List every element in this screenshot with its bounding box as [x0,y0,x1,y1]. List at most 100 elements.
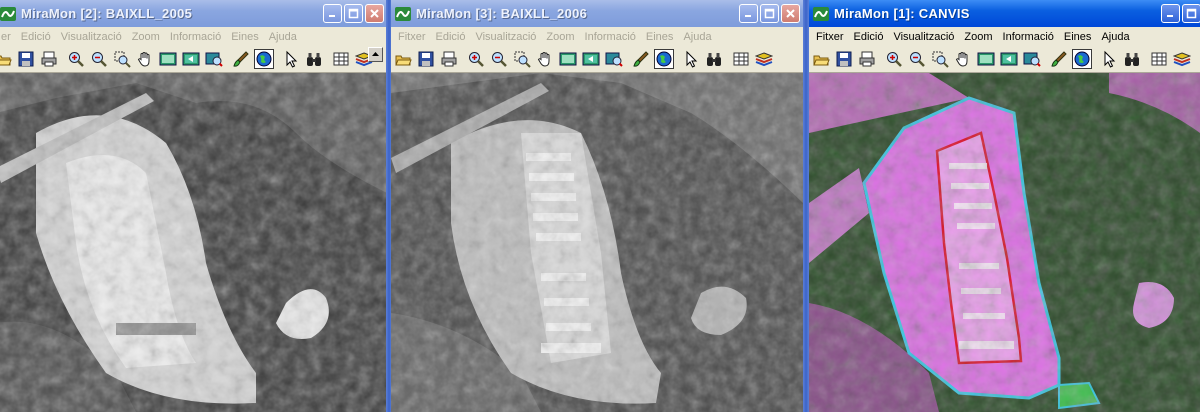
menu-eines[interactable]: Eines [1059,31,1097,43]
aerial-image-2006 [391,73,803,412]
scroll-up-button[interactable] [368,47,383,62]
menu-informacio[interactable]: Informació [165,31,226,43]
print-tool-button[interactable] [857,49,877,69]
zoom-window-tool-button[interactable] [512,49,532,69]
full-view-tool-button[interactable] [976,49,996,69]
minimize-button[interactable] [739,4,758,23]
globe-tool-button[interactable] [654,49,674,69]
menu-ajuda[interactable]: Ajuda [264,31,302,43]
globe-icon [1074,51,1090,67]
save-tool-button[interactable] [834,49,854,69]
menu-edicio[interactable]: Edició [849,31,889,43]
menu-ajuda[interactable]: Ajuda [678,31,716,43]
previous-view-icon [1000,52,1018,66]
globe-tool-button[interactable] [254,49,274,69]
paint-brush-tool-button[interactable] [231,49,251,69]
menu-zoom[interactable]: Zoom [127,31,165,43]
window-baixll-2005[interactable]: MiraMon [2]: BAIXLL_2005 er Edició Visua… [0,0,387,412]
menu-visualitzacio[interactable]: Visualització [888,31,959,43]
zoom-out-tool-button[interactable] [489,49,509,69]
menu-zoom[interactable]: Zoom [541,31,579,43]
zoom-in-tool-button[interactable] [466,49,486,69]
minimize-button[interactable] [1161,4,1180,23]
menu-zoom[interactable]: Zoom [959,31,997,43]
maximize-button[interactable] [760,4,779,23]
paint-brush-tool-button[interactable] [631,49,651,69]
pointer-icon [1104,50,1116,68]
paint-brush-icon [633,51,649,67]
pan-hand-tool-button[interactable] [535,49,555,69]
previous-view-tool-button[interactable] [181,49,201,69]
previous-view-tool-button[interactable] [999,49,1019,69]
paint-brush-tool-button[interactable] [1049,49,1069,69]
menu-eines[interactable]: Eines [641,31,679,43]
menu-fitxer[interactable]: er [0,31,16,43]
menu-edicio[interactable]: Edició [16,31,56,43]
full-view-icon [559,52,577,66]
print-icon [859,51,875,67]
pointer-tool-button[interactable] [281,49,301,69]
menu-visualitzacio[interactable]: Visualització [56,31,127,43]
save-tool-button[interactable] [16,49,36,69]
pan-hand-tool-button[interactable] [953,49,973,69]
paint-brush-icon [233,51,249,67]
close-button[interactable] [365,4,384,23]
zoom-window-tool-button[interactable] [930,49,950,69]
layers-tool-button[interactable] [754,49,774,69]
pointer-tool-button[interactable] [1099,49,1119,69]
menu-informacio[interactable]: Informació [580,31,641,43]
open-folder-tool-button[interactable] [0,49,13,69]
open-folder-tool-button[interactable] [811,49,831,69]
zoom-in-tool-button[interactable] [66,49,86,69]
zoom-out-tool-button[interactable] [907,49,927,69]
close-button[interactable] [781,4,800,23]
table-tool-button[interactable] [331,49,351,69]
open-folder-tool-button[interactable] [393,49,413,69]
title-bar[interactable]: MiraMon [1]: CANVIS [809,0,1200,27]
title-bar[interactable]: MiraMon [3]: BAIXLL_2006 [391,0,803,27]
map-view-2005[interactable] [0,73,387,412]
maximize-icon [348,8,359,19]
map-view-2006[interactable] [391,73,803,412]
toolbar [391,46,803,73]
menu-fitxer[interactable]: Fitxer [393,31,431,43]
full-view-tool-button[interactable] [558,49,578,69]
binoculars-tool-button[interactable] [704,49,724,69]
menu-fitxer[interactable]: Fitxer [811,31,849,43]
minimize-button[interactable] [323,4,342,23]
title-bar[interactable]: MiraMon [2]: BAIXLL_2005 [0,0,387,27]
window-baixll-2006[interactable]: MiraMon [3]: BAIXLL_2006 Fitxer Edició V… [391,0,803,412]
layers-tool-button[interactable] [1172,49,1192,69]
pan-hand-tool-button[interactable] [135,49,155,69]
zoom-window-tool-button[interactable] [112,49,132,69]
zoom-out-tool-button[interactable] [89,49,109,69]
menu-visualitzacio[interactable]: Visualització [470,31,541,43]
zoom-in-tool-button[interactable] [884,49,904,69]
menu-ajuda[interactable]: Ajuda [1096,31,1134,43]
window-canvis[interactable]: MiraMon [1]: CANVIS Fitxer Edició Visual… [809,0,1200,412]
zoom-window-icon [932,51,949,68]
binoculars-tool-button[interactable] [1122,49,1142,69]
menu-edicio[interactable]: Edició [431,31,471,43]
print-tool-button[interactable] [39,49,59,69]
table-tool-button[interactable] [731,49,751,69]
previous-view-tool-button[interactable] [581,49,601,69]
pointer-tool-button[interactable] [681,49,701,69]
table-icon [333,52,349,66]
zoom-window-icon [514,51,531,68]
table-tool-button[interactable] [1149,49,1169,69]
zoom-layer-tool-button[interactable] [204,49,224,69]
map-view-canvis[interactable] [809,73,1200,412]
zoom-layer-tool-button[interactable] [604,49,624,69]
print-tool-button[interactable] [439,49,459,69]
zoom-layer-tool-button[interactable] [1022,49,1042,69]
previous-view-icon [182,52,200,66]
globe-tool-button[interactable] [1072,49,1092,69]
maximize-button[interactable] [1182,4,1200,23]
binoculars-tool-button[interactable] [304,49,324,69]
menu-eines[interactable]: Eines [226,31,264,43]
maximize-button[interactable] [344,4,363,23]
full-view-tool-button[interactable] [158,49,178,69]
menu-informacio[interactable]: Informació [998,31,1059,43]
save-tool-button[interactable] [416,49,436,69]
